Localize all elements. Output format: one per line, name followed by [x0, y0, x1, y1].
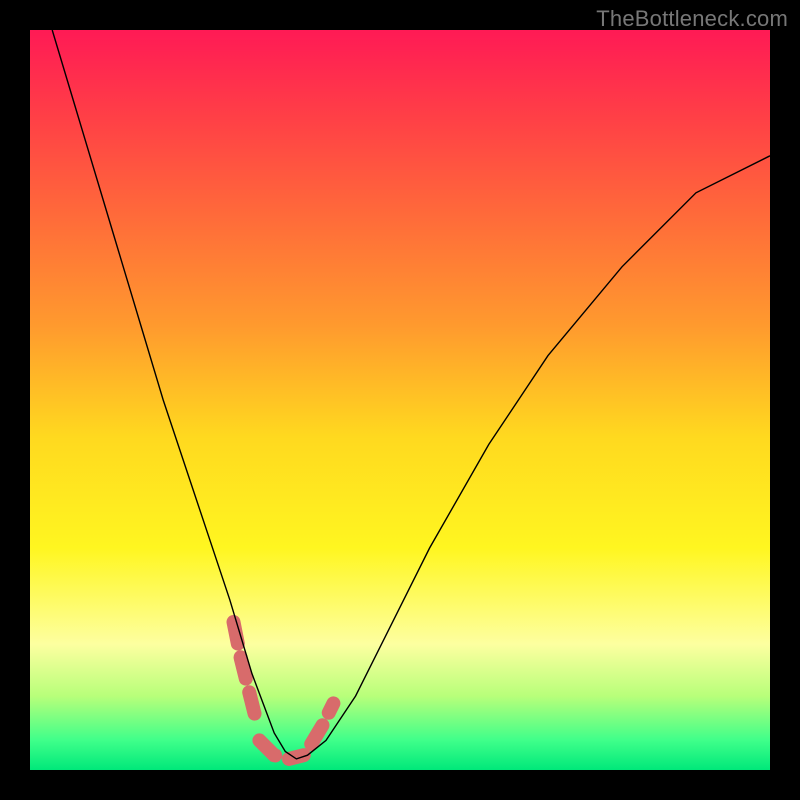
highlight-dashes: [234, 622, 334, 759]
watermark-text: TheBottleneck.com: [596, 6, 788, 32]
right-dash: [311, 703, 333, 744]
bottom-dash: [259, 740, 303, 759]
chart-frame: TheBottleneck.com: [0, 0, 800, 800]
curve-layer: [30, 30, 770, 770]
bottleneck-curve: [52, 30, 770, 759]
plot-area: [30, 30, 770, 770]
left-dash: [234, 622, 256, 718]
